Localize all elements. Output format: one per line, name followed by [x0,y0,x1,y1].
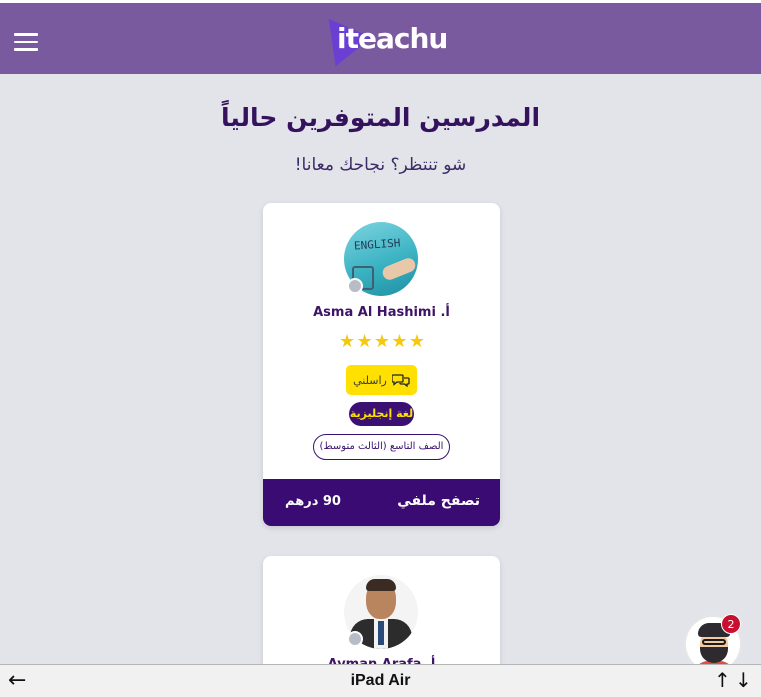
avatar-hair [366,579,396,591]
top-navbar: iteachu [0,0,761,74]
notification-badge: 2 [721,614,741,634]
logo-text: iteachu [337,22,448,55]
teacher-name[interactable]: Asma Al Hashimi .أ [263,305,500,320]
page-title: المدرسين المتوفرين حالياً [220,103,541,132]
star-icon: ★ [373,331,391,352]
teacher-card: ENGLISH Asma Al Hashimi .أ ★ ★ ★ ★ ★ راس… [263,203,500,526]
avatar-hand [380,256,418,282]
scroll-up-arrow-icon[interactable]: ↑ [714,668,731,692]
avatar-glasses [702,639,726,645]
offline-status-dot [347,278,363,294]
grade-badge: الصف التاسع (الثالث متوسط) [313,434,450,460]
subject-badge: لغة إنجليزية [349,402,414,426]
menu-line [14,33,38,36]
star-icon: ★ [408,331,425,352]
rating-stars: ★ ★ ★ ★ ★ [339,333,425,351]
page-subtitle: شو تنتظر؟ نجاحك معانا! [294,155,467,175]
chat-bubbles-icon [391,374,410,387]
device-name-label: iPad Air [350,672,411,689]
star-icon: ★ [356,331,373,352]
menu-line [14,48,38,51]
offline-status-dot [347,631,363,647]
menu-line [14,40,38,43]
star-icon: ★ [339,331,356,352]
avatar-tie [378,621,384,645]
brand-logo[interactable]: iteachu [328,13,448,67]
card-footer: 90 درهم تصفح ملفي [263,479,500,526]
price-label: 90 درهم [285,494,341,509]
scroll-down-arrow-icon[interactable]: ↓ [735,668,752,692]
hamburger-menu-icon[interactable] [14,33,38,53]
device-preview-bar: ← iPad Air ↑ ↓ [0,664,761,697]
view-profile-link[interactable]: تصفح ملفي [397,493,480,509]
message-teacher-button[interactable]: راسلني [346,365,417,395]
avatar-caption: ENGLISH [353,236,401,253]
message-button-label: راسلني [353,373,387,387]
star-icon: ★ [391,331,408,352]
